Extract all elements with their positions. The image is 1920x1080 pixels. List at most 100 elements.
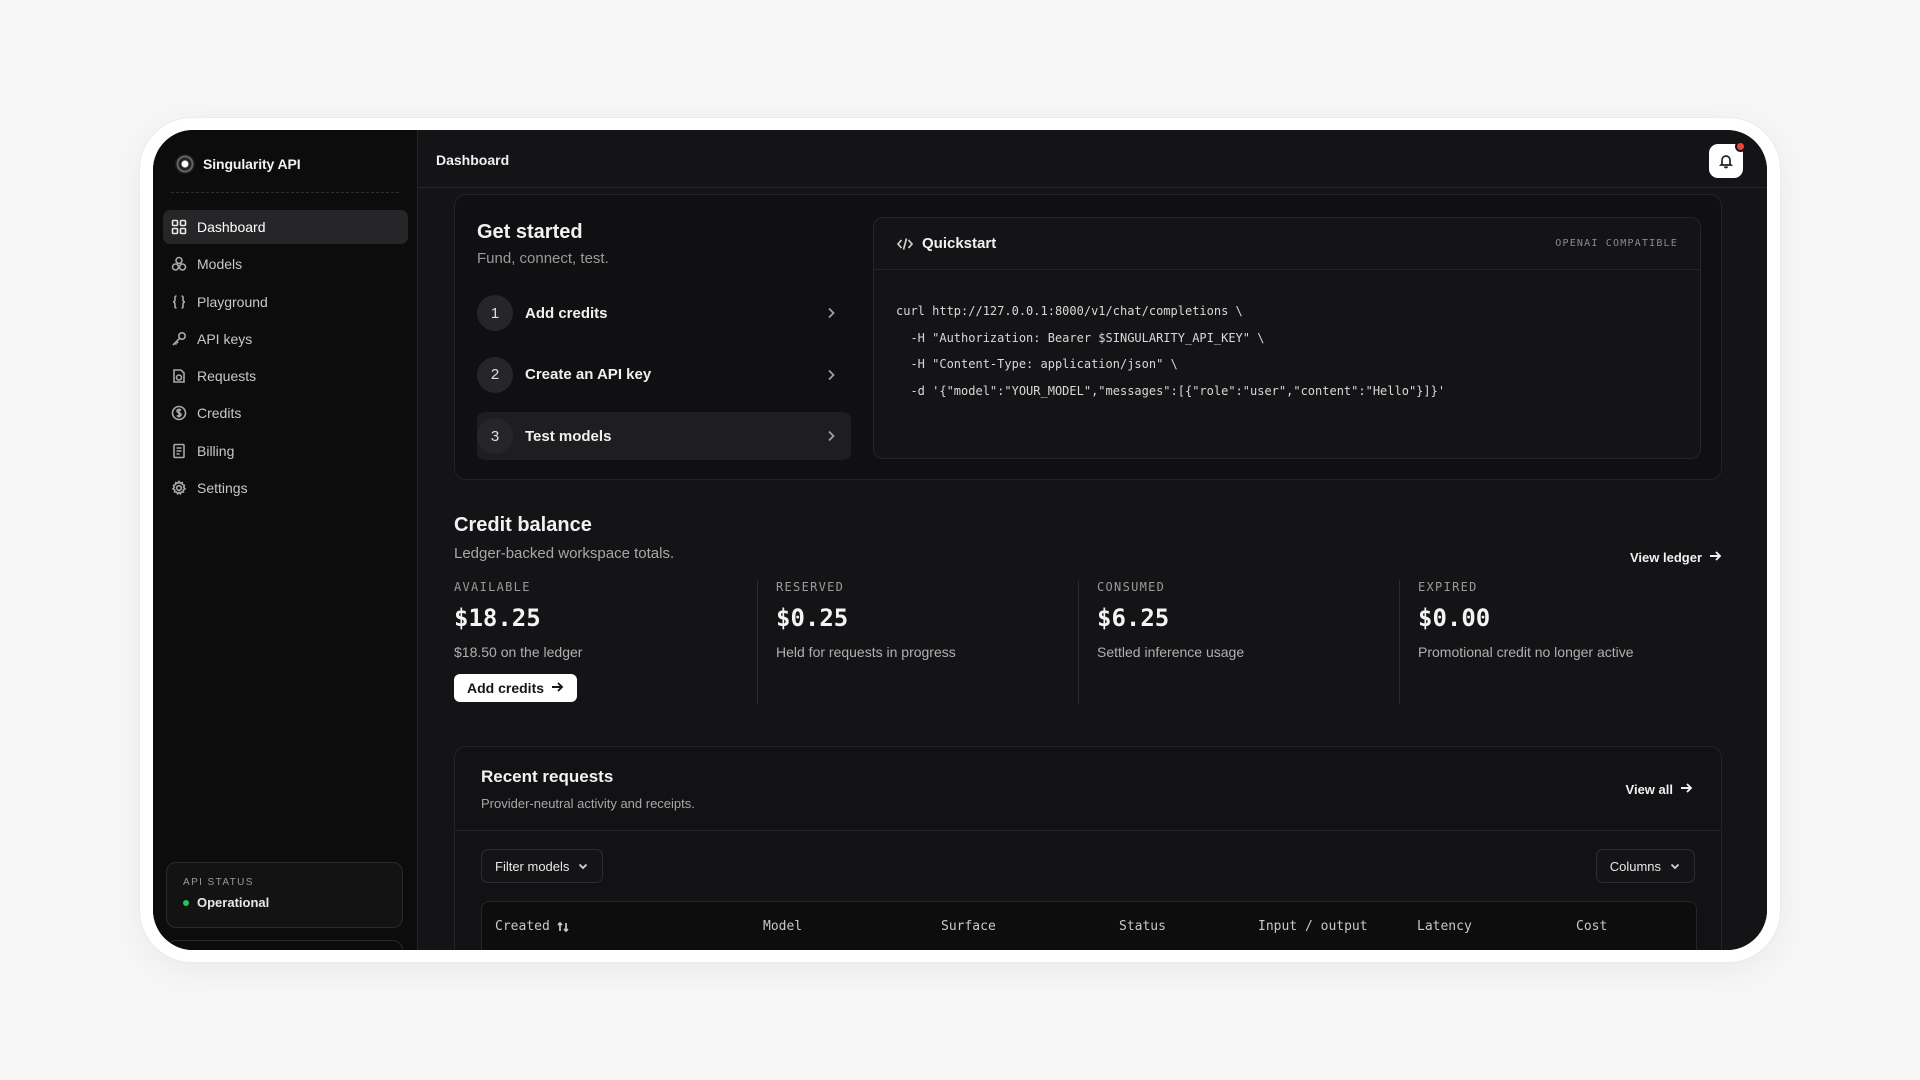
quickstart-header: Quickstart OPENAI COMPATIBLE: [874, 218, 1700, 270]
column-header-label: Created: [495, 919, 550, 934]
sidebar-item-api-keys[interactable]: API keys: [163, 322, 408, 356]
quickstart-badge: OPENAI COMPATIBLE: [1555, 238, 1678, 249]
step-label: Test models: [525, 427, 612, 445]
step-number: 2: [477, 356, 513, 393]
api-status-row: Operational: [183, 895, 386, 910]
notification-badge: [1735, 141, 1746, 152]
code-icon: [896, 237, 914, 250]
view-ledger-label: View ledger: [1629, 550, 1702, 565]
columns-dropdown[interactable]: Columns: [1595, 849, 1695, 883]
step-create-api-key[interactable]: 2 Create an API key: [477, 351, 851, 399]
topbar: Dashboard: [418, 130, 1767, 188]
quickstart-panel: Quickstart OPENAI COMPATIBLE curl http:/…: [873, 217, 1701, 459]
sidebar-item-dashboard[interactable]: Dashboard: [163, 210, 408, 244]
add-credits-button[interactable]: Add credits: [454, 674, 578, 702]
arrow-right-icon: [550, 680, 564, 697]
api-status-label: API STATUS: [183, 877, 254, 888]
brand-name: Singularity API: [203, 156, 301, 172]
recent-requests-title: Recent requests: [481, 767, 614, 786]
column-header-label: Model: [763, 919, 803, 934]
arrow-right-icon: [1708, 549, 1722, 566]
sidebar-item-label: Requests: [197, 368, 257, 385]
receipt-icon: [171, 443, 187, 459]
sidebar-item-settings[interactable]: Settings: [163, 471, 408, 505]
stat-value: $18.25: [454, 604, 541, 632]
chevron-right-icon: [823, 428, 839, 444]
requests-table-header: Created Model Surface Status Input / out…: [481, 901, 1697, 950]
braces-icon: [171, 294, 187, 310]
view-all-link[interactable]: View all: [1626, 781, 1693, 798]
column-header-label: Surface: [941, 919, 996, 934]
status-indicator-dot: [183, 899, 189, 906]
sidebar-divider: [171, 192, 399, 193]
sidebar-item-label: Credits: [197, 405, 242, 422]
sidebar-item-requests[interactable]: Requests: [163, 359, 408, 393]
api-status-value: Operational: [197, 895, 270, 910]
column-header-label: Cost: [1576, 919, 1608, 934]
credit-stats: AVAILABLE $18.25 $18.50 on the ledger Ad…: [454, 580, 1744, 704]
column-header-cost[interactable]: Cost: [1576, 919, 1607, 934]
gear-icon: [171, 480, 187, 496]
view-all-label: View all: [1625, 782, 1673, 797]
sidebar-item-label: Billing: [197, 442, 235, 459]
credit-balance-title: Credit balance: [454, 514, 592, 536]
credit-balance-subtitle: Ledger-backed workspace totals.: [454, 545, 675, 562]
column-header-status[interactable]: Status: [1119, 919, 1166, 934]
view-ledger-link[interactable]: View ledger: [1630, 549, 1722, 566]
brand-logo-icon: [175, 154, 195, 174]
notifications-button[interactable]: [1709, 141, 1746, 178]
sidebar-footer-card: [166, 940, 403, 950]
stat-note: $18.50 on the ledger: [454, 644, 583, 660]
sidebar-item-label: Settings: [197, 480, 248, 497]
step-label: Add credits: [525, 304, 608, 322]
dashboard-icon: [171, 219, 187, 235]
add-credits-label: Add credits: [467, 680, 545, 696]
quickstart-code[interactable]: curl http://127.0.0.1:8000/v1/chat/compl…: [874, 270, 1700, 432]
sidebar-nav: Dashboard Models Playground API keys Req…: [163, 210, 408, 508]
column-header-label: Input / output: [1258, 919, 1368, 934]
stat-label: CONSUMED: [1097, 580, 1166, 594]
stat-consumed: CONSUMED $6.25 Settled inference usage: [1078, 580, 1400, 704]
step-add-credits[interactable]: 1 Add credits: [477, 289, 851, 337]
stat-value: $0.00: [1418, 604, 1491, 632]
column-header-model[interactable]: Model: [763, 919, 802, 934]
sidebar-item-billing[interactable]: Billing: [163, 434, 408, 468]
column-header-created[interactable]: Created: [495, 919, 570, 934]
main-content: Get started Fund, connect, test. 1 Add c…: [418, 188, 1767, 950]
main-area: Dashboard Get started Fund, connect, tes…: [417, 130, 1767, 950]
step-test-models[interactable]: 3 Test models: [477, 412, 851, 460]
filter-models-dropdown[interactable]: Filter models: [481, 849, 604, 883]
recent-requests-header: Recent requests Provider-neutral activit…: [455, 747, 1721, 831]
api-status-card: API STATUS Operational: [166, 862, 403, 928]
stat-expired: EXPIRED $0.00 Promotional credit no long…: [1399, 580, 1719, 704]
columns-label: Columns: [1609, 858, 1661, 874]
sidebar-item-label: Models: [197, 256, 243, 273]
column-header-latency[interactable]: Latency: [1417, 919, 1472, 934]
chevron-down-icon: [1670, 863, 1680, 870]
stat-available: AVAILABLE $18.25 $18.50 on the ledger Ad…: [454, 580, 754, 704]
page-title: Dashboard: [436, 152, 510, 168]
requests-icon: [171, 368, 187, 384]
stat-note: Settled inference usage: [1097, 644, 1245, 660]
get-started-subtitle: Fund, connect, test.: [477, 250, 609, 267]
brand[interactable]: Singularity API: [175, 152, 301, 176]
quickstart-title: Quickstart: [922, 235, 997, 252]
recent-requests-card: Recent requests Provider-neutral activit…: [454, 746, 1722, 950]
column-header-surface[interactable]: Surface: [941, 919, 996, 934]
sidebar-item-playground[interactable]: Playground: [163, 285, 408, 319]
sidebar: Singularity API Dashboard Models Playgro…: [153, 130, 417, 950]
get-started-steps: 1 Add credits 2 Create an API key 3 Test…: [477, 289, 851, 474]
stat-note: Held for requests in progress: [776, 644, 956, 660]
requests-toolbar: Filter models Columns: [455, 831, 1721, 901]
sidebar-item-label: Dashboard: [197, 219, 266, 235]
sidebar-item-credits[interactable]: Credits: [163, 396, 408, 430]
chevron-down-icon: [579, 863, 588, 870]
column-header-label: Latency: [1417, 919, 1472, 934]
chevron-right-icon: [823, 305, 839, 321]
app-window: Singularity API Dashboard Models Playgro…: [153, 130, 1767, 950]
get-started-card: Get started Fund, connect, test. 1 Add c…: [454, 194, 1722, 480]
stat-reserved: RESERVED $0.25 Held for requests in prog…: [757, 580, 1079, 704]
column-header-input-output[interactable]: Input / output: [1258, 919, 1368, 934]
stat-label: RESERVED: [776, 580, 845, 594]
sidebar-item-models[interactable]: Models: [163, 247, 408, 281]
